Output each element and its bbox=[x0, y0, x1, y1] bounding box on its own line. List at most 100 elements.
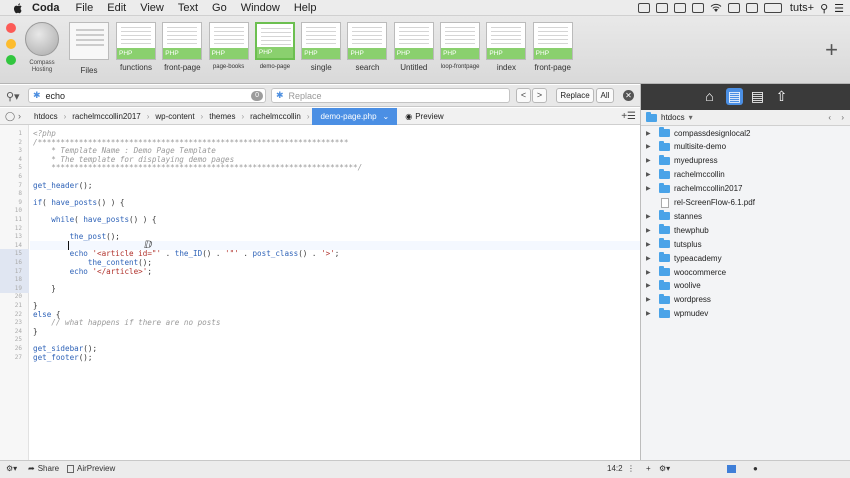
tab-front-page-2[interactable]: PHP front-page bbox=[530, 22, 576, 72]
preview-button[interactable]: ◉ Preview bbox=[405, 112, 443, 121]
tab-functions[interactable]: PHP functions bbox=[113, 22, 159, 72]
menu-text[interactable]: Text bbox=[178, 2, 198, 14]
add-file-icon[interactable]: + bbox=[646, 464, 651, 473]
crumb-wp-content[interactable]: wp-content › bbox=[152, 108, 206, 125]
remote-globe-icon[interactable]: ● bbox=[753, 464, 758, 473]
folder-row[interactable]: ▶ compassdesignlocal2 bbox=[641, 126, 850, 140]
minimize-window-button[interactable] bbox=[6, 39, 16, 49]
share-button[interactable]: ➦ Share bbox=[28, 464, 59, 473]
disclosure-triangle-icon[interactable]: ▶ bbox=[646, 157, 654, 164]
folder-row[interactable]: ▶ tutsplus bbox=[641, 237, 850, 251]
code-editor[interactable]: 1 2 3 4 5 6 7 8 9 10 11 12 13 14 15 16 17 18 19 20 21 22 23 24 2… bbox=[0, 125, 640, 460]
timemachine-icon[interactable] bbox=[673, 3, 686, 13]
dropbox-icon[interactable] bbox=[637, 3, 650, 13]
tab-demo-page[interactable]: PHP demo-page bbox=[252, 22, 298, 72]
airplay-icon[interactable] bbox=[727, 3, 740, 13]
disclosure-triangle-icon[interactable]: ▶ bbox=[646, 269, 654, 276]
chevron-down-icon[interactable]: ▾ bbox=[689, 113, 693, 122]
add-list-icon[interactable]: +☰ bbox=[621, 111, 636, 122]
sync-icon[interactable]: ◯ bbox=[5, 111, 15, 121]
close-window-button[interactable] bbox=[6, 23, 16, 33]
forward-icon[interactable]: › bbox=[841, 113, 844, 122]
disclosure-triangle-icon[interactable]: ▶ bbox=[646, 130, 654, 137]
code-line[interactable]: ****************************************… bbox=[33, 163, 362, 172]
tab-loop-frontpage[interactable]: PHP loop-frontpage bbox=[437, 22, 483, 72]
zoom-window-button[interactable] bbox=[6, 55, 16, 65]
panel-gear-icon[interactable]: ⚙▾ bbox=[659, 464, 670, 473]
files-tab[interactable]: Files bbox=[67, 22, 111, 75]
publish-icon[interactable]: ⇧ bbox=[773, 88, 790, 105]
tab-page-books[interactable]: PHP page-books bbox=[206, 22, 252, 72]
regex-icon[interactable]: ✱ bbox=[33, 90, 41, 101]
back-icon[interactable]: ‹ bbox=[828, 113, 831, 122]
code-line[interactable]: echo '</article>'; bbox=[33, 267, 152, 276]
tab-untitled[interactable]: PHP Untitled bbox=[391, 22, 437, 72]
disclosure-triangle-icon[interactable]: ▶ bbox=[646, 296, 654, 303]
folder-row[interactable]: ▶ woocommerce bbox=[641, 265, 850, 279]
editor-options-icon[interactable]: ⋮ bbox=[627, 464, 635, 473]
disclosure-triangle-icon[interactable]: ▶ bbox=[646, 255, 654, 262]
folder-row[interactable]: ▶ wpmudev bbox=[641, 307, 850, 321]
menu-file[interactable]: File bbox=[76, 2, 94, 14]
notification-center-icon[interactable]: ☰ bbox=[834, 2, 844, 15]
code-line[interactable]: while( have_posts() ) { bbox=[33, 215, 156, 224]
tab-search[interactable]: PHP search bbox=[344, 22, 390, 72]
record-icon[interactable] bbox=[655, 3, 668, 13]
find-previous-button[interactable]: < bbox=[516, 88, 531, 103]
menu-view[interactable]: View bbox=[140, 2, 164, 14]
folder-row[interactable]: ▶ thewphub bbox=[641, 223, 850, 237]
crumb-current-file[interactable]: demo-page.php ⌄ bbox=[312, 107, 398, 125]
wifi-icon[interactable] bbox=[710, 3, 722, 13]
search-icon[interactable]: ⚲▾ bbox=[6, 90, 20, 103]
home-icon[interactable]: ⌂ bbox=[701, 88, 718, 105]
file-row[interactable]: rel-ScreenFlow-6.1.pdf bbox=[641, 196, 850, 210]
files-icon[interactable]: ▤ bbox=[726, 88, 743, 105]
folder-row[interactable]: ▶ rachelmccollin bbox=[641, 168, 850, 182]
crumb-htdocs[interactable]: htdocs › bbox=[31, 108, 69, 125]
battery-icon[interactable] bbox=[763, 3, 782, 13]
disclosure-triangle-icon[interactable]: ▶ bbox=[646, 310, 654, 317]
disclosure-triangle-icon[interactable]: ▶ bbox=[646, 143, 654, 150]
folder-row[interactable]: ▶ woolive bbox=[641, 279, 850, 293]
disclosure-triangle-icon[interactable]: ▶ bbox=[646, 171, 654, 178]
app-menu[interactable]: Coda bbox=[32, 2, 60, 14]
tab-single[interactable]: PHP single bbox=[298, 22, 344, 72]
apple-icon[interactable] bbox=[12, 2, 24, 14]
folder-row[interactable]: ▶ stannes bbox=[641, 209, 850, 223]
replace-regex-icon[interactable]: ✱ bbox=[276, 90, 284, 101]
crumb-rachelmccollin2017[interactable]: rachelmccollin2017 › bbox=[69, 108, 152, 125]
folder-row[interactable]: ▶ wordpress bbox=[641, 293, 850, 307]
code-line[interactable]: get_footer(); bbox=[33, 353, 92, 362]
code-line[interactable]: // what happens if there are no posts bbox=[33, 318, 220, 327]
site-button[interactable]: Compass Hosting bbox=[24, 20, 60, 74]
current-folder[interactable]: htdocs bbox=[661, 113, 685, 122]
folder-row[interactable]: ▶ typeacademy bbox=[641, 251, 850, 265]
spotlight-icon[interactable]: ⚲ bbox=[820, 2, 828, 15]
clips-icon[interactable]: ▤ bbox=[749, 88, 766, 105]
menu-window[interactable]: Window bbox=[241, 2, 280, 14]
local-files-icon[interactable] bbox=[727, 465, 736, 473]
close-find-icon[interactable]: ✕ bbox=[623, 90, 634, 101]
menu-go[interactable]: Go bbox=[212, 2, 227, 14]
folder-row[interactable]: ▶ multisite-demo bbox=[641, 140, 850, 154]
menu-edit[interactable]: Edit bbox=[107, 2, 126, 14]
disclosure-triangle-icon[interactable]: ▶ bbox=[646, 213, 654, 220]
disclosure-triangle-icon[interactable]: ▶ bbox=[646, 227, 654, 234]
tab-index[interactable]: PHP index bbox=[483, 22, 529, 72]
settings-menu[interactable]: ⚙▾ bbox=[6, 464, 17, 473]
crumb-themes[interactable]: themes › bbox=[206, 108, 247, 125]
menu-help[interactable]: Help bbox=[294, 2, 317, 14]
disclosure-triangle-icon[interactable]: ▶ bbox=[646, 282, 654, 289]
new-tab-button[interactable]: + bbox=[825, 39, 838, 61]
find-input[interactable]: ✱ echo 0 bbox=[28, 88, 266, 103]
replace-button[interactable]: Replace bbox=[556, 88, 594, 103]
volume-icon[interactable] bbox=[745, 3, 758, 13]
find-next-button[interactable]: > bbox=[532, 88, 547, 103]
folder-row[interactable]: ▶ myedupress bbox=[641, 154, 850, 168]
airpreview-toggle[interactable]: AirPreview bbox=[67, 464, 115, 473]
replace-all-button[interactable]: All bbox=[596, 88, 614, 103]
code-line[interactable]: if( have_posts() ) { bbox=[33, 198, 124, 207]
disclosure-triangle-icon[interactable]: ▶ bbox=[646, 185, 654, 192]
replace-input[interactable]: ✱ Replace bbox=[271, 88, 510, 103]
code-line[interactable]: } bbox=[33, 327, 38, 336]
